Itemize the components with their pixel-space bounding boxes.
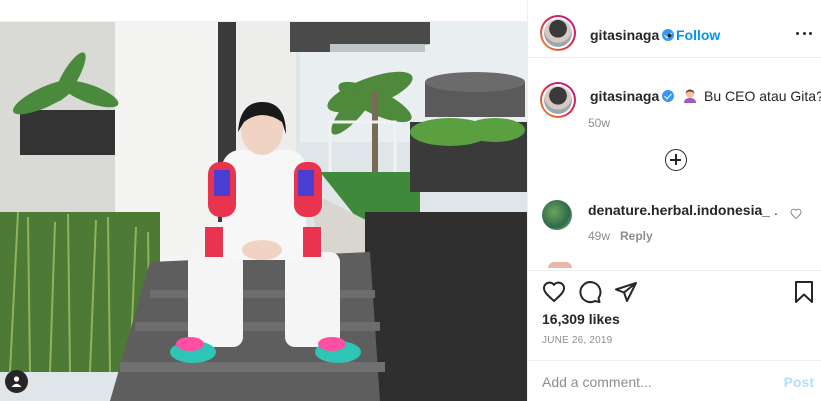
post-photo-illustration: [0, 22, 527, 401]
comment-form: Post: [528, 360, 821, 401]
comment-input[interactable]: [542, 372, 762, 392]
comment-text: .: [773, 202, 778, 218]
comment-time[interactable]: 49w: [588, 229, 610, 243]
next-comment-avatar: [548, 262, 572, 268]
post-photo[interactable]: [0, 22, 527, 401]
likes-count[interactable]: 16,309 likes: [542, 311, 620, 327]
comment-username: denature.herbal.indonesia_ .: [588, 202, 778, 218]
plus-circle-icon[interactable]: [665, 149, 687, 171]
verified-badge-icon: [662, 90, 675, 102]
user-tag-icon[interactable]: [5, 370, 28, 393]
post-side-panel: gitasinaga • Follow gitasinaga Bu CEO at…: [527, 0, 821, 401]
comment-avatar[interactable]: [542, 200, 572, 230]
woman-tipping-hand-emoji: [684, 89, 697, 103]
caption-username[interactable]: gitasinaga: [590, 88, 659, 104]
post-header: gitasinaga • Follow: [528, 10, 821, 58]
bookmark-icon[interactable]: [792, 280, 816, 304]
comment-reply-button[interactable]: Reply: [620, 229, 653, 243]
more-horizontal-icon[interactable]: [796, 25, 812, 41]
caption-body: Bu CEO atau Gita?: [704, 88, 821, 104]
header-username[interactable]: gitasinaga: [590, 27, 675, 43]
comment-username-text[interactable]: denature.herbal.indonesia_: [588, 202, 770, 218]
follow-button[interactable]: Follow: [676, 27, 720, 43]
header-username-text[interactable]: gitasinaga: [590, 27, 659, 43]
comment-bubble-icon[interactable]: [578, 280, 602, 304]
actions-divider: [528, 270, 821, 271]
caption-text: gitasinaga Bu CEO atau Gita?: [590, 88, 821, 104]
avatar[interactable]: [540, 15, 576, 51]
caption-time[interactable]: 50w: [588, 116, 610, 130]
paper-plane-icon[interactable]: [614, 280, 638, 304]
post-comment-button[interactable]: Post: [784, 374, 814, 390]
heart-icon[interactable]: [542, 280, 566, 304]
caption-avatar[interactable]: [540, 82, 576, 118]
post-date[interactable]: JUNE 26, 2019: [542, 335, 612, 346]
comment-heart-icon[interactable]: [790, 208, 802, 220]
header-separator: •: [667, 27, 672, 43]
